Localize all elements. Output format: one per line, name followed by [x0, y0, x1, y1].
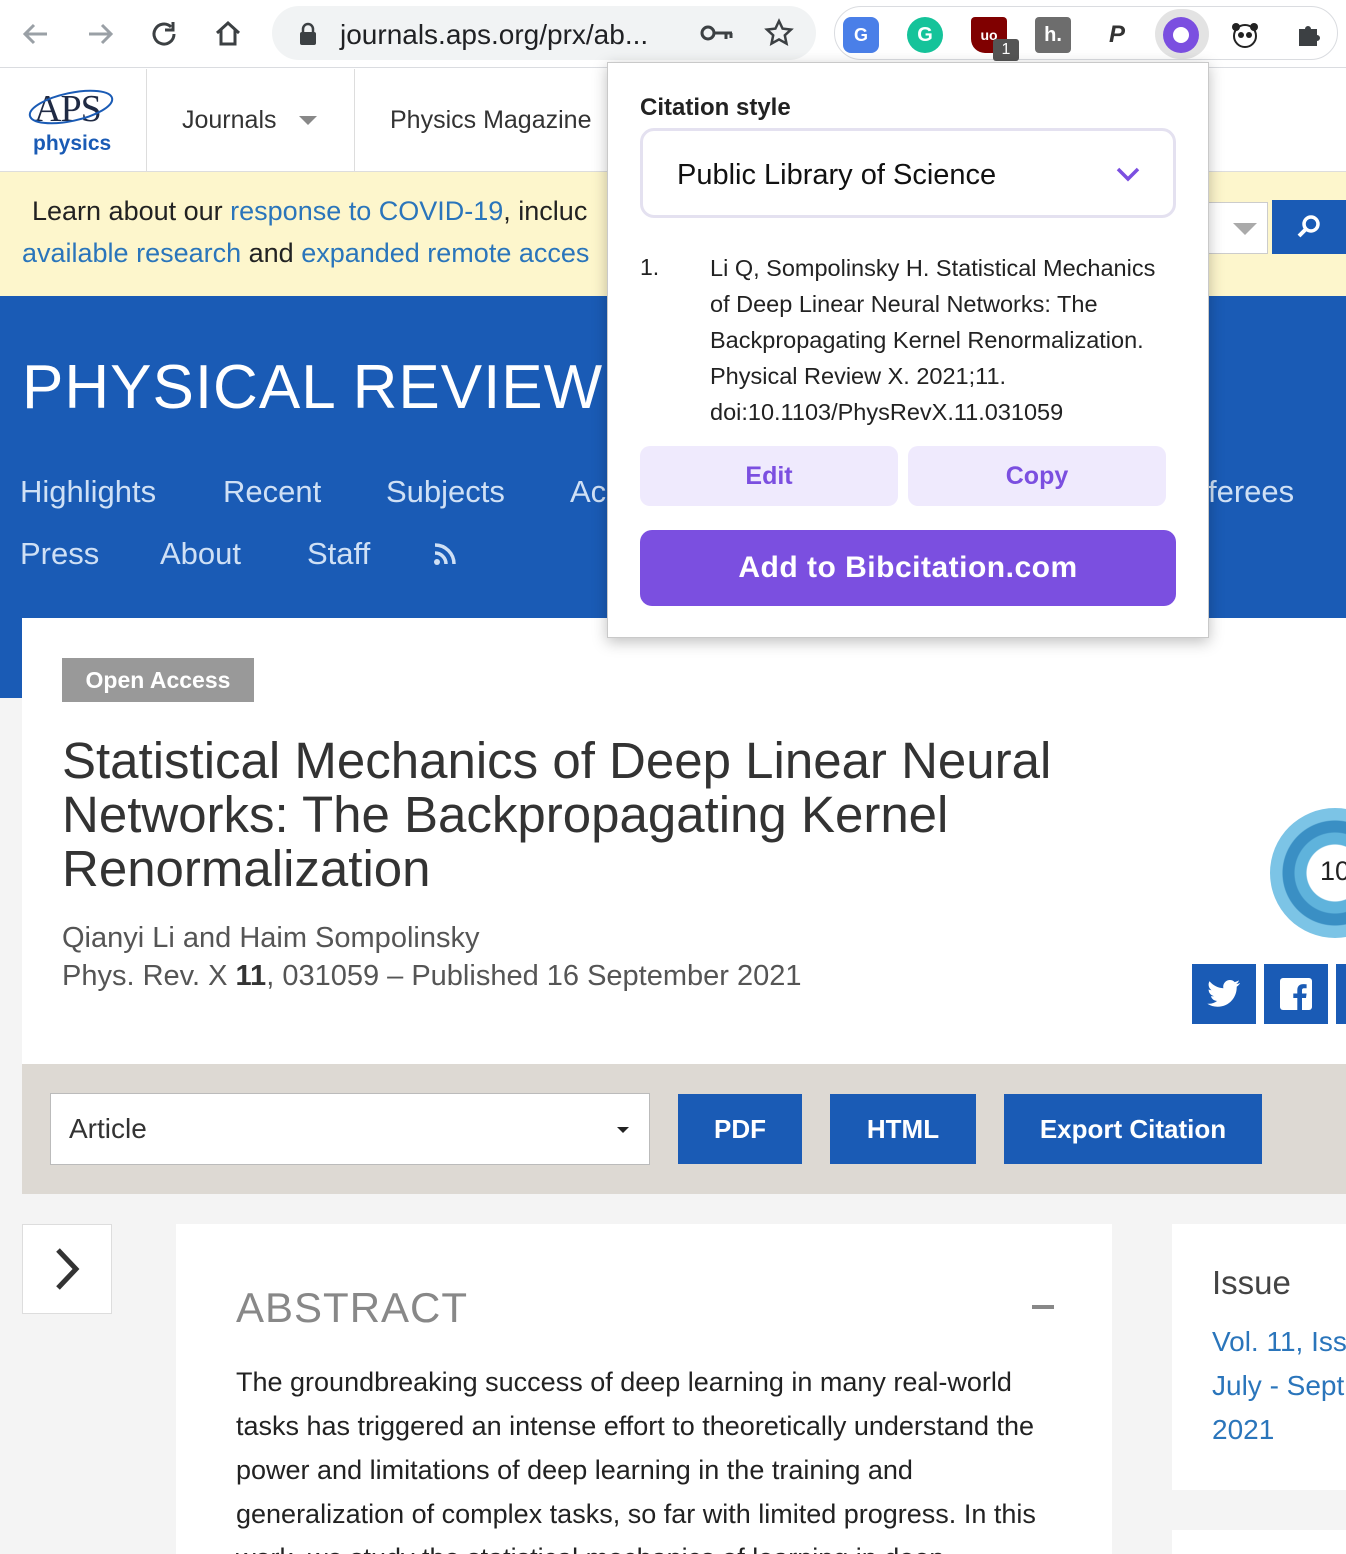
journals-menu[interactable]: Journals: [147, 69, 355, 172]
sidebar-toggle-button[interactable]: [22, 1224, 112, 1314]
nav-about[interactable]: About: [160, 536, 241, 572]
open-access-badge: Open Access: [62, 658, 254, 702]
banner-text: and: [241, 238, 302, 268]
ublock-badge: 1: [993, 39, 1019, 61]
banner-text: Learn about our: [32, 196, 231, 226]
remote-access-link[interactable]: expanded remote acces: [301, 238, 589, 268]
search-icon: [1297, 215, 1320, 238]
citation-text: Li Q, Sompolinsky H. Statistical Mechani…: [710, 255, 1156, 425]
journal-title[interactable]: PHYSICAL REVIEW X: [22, 352, 664, 423]
pdf-button[interactable]: PDF: [678, 1094, 802, 1164]
article-number: , 031059: [266, 960, 380, 992]
facebook-icon: [1280, 978, 1312, 1010]
nav-staff[interactable]: Staff: [307, 536, 370, 572]
twitter-icon: [1207, 980, 1240, 1007]
hypothesis-icon[interactable]: h.: [1035, 17, 1071, 53]
search-scope-select[interactable]: [1208, 202, 1268, 254]
available-research-link[interactable]: available research: [22, 238, 241, 268]
panda-icon[interactable]: [1227, 17, 1263, 53]
url-text: journals.aps.org/prx/ab...: [340, 19, 649, 50]
nav-highlights[interactable]: Highlights: [20, 474, 156, 510]
chevron-down-icon: [1233, 223, 1257, 235]
article-authors[interactable]: Qianyi Li and Haim Sompolinsky: [62, 922, 479, 955]
back-icon[interactable]: [14, 12, 58, 56]
bibcitation-icon[interactable]: [1163, 17, 1199, 53]
edit-button[interactable]: Edit: [640, 446, 898, 506]
issue-link[interactable]: 2021: [1212, 1414, 1274, 1446]
publication-info: Phys. Rev. X 11, 031059 – Published 16 S…: [62, 960, 802, 993]
lock-icon: [298, 22, 318, 51]
physics-magazine-link[interactable]: Physics Magazine: [355, 69, 615, 172]
banner-text: , incluc: [503, 196, 588, 226]
journal-abbrev: Phys. Rev. X: [62, 960, 236, 992]
copy-button[interactable]: Copy: [908, 446, 1166, 506]
star-icon[interactable]: [764, 18, 794, 53]
citation-style-label: Citation style: [640, 94, 791, 121]
journals-label: Journals: [182, 106, 277, 134]
rss-icon[interactable]: [433, 542, 457, 571]
article-select-value: Article: [69, 1113, 147, 1144]
caret-down-icon: [617, 1127, 629, 1133]
aps-logo[interactable]: APS physics: [0, 69, 147, 172]
issue-title: Issue: [1212, 1264, 1291, 1301]
nav-subjects[interactable]: Subjects: [386, 474, 505, 510]
reload-icon[interactable]: [142, 12, 186, 56]
search-button[interactable]: [1272, 200, 1346, 254]
article-title: Statistical Mechanics of Deep Linear Neu…: [62, 732, 1052, 897]
browser-toolbar: journals.aps.org/prx/ab... G G uo 1 h. P: [0, 0, 1346, 68]
paypal-honey-icon[interactable]: P: [1099, 17, 1135, 53]
nav-recent[interactable]: Recent: [223, 474, 321, 510]
google-translate-icon[interactable]: G: [843, 17, 879, 53]
extensions-bar: G G uo 1 h. P: [834, 6, 1338, 61]
chevron-right-icon: [56, 1248, 80, 1290]
volume: 11: [235, 960, 267, 992]
altmetric-score: 10: [1320, 856, 1346, 886]
collapse-icon[interactable]: [1032, 1305, 1054, 1309]
share-button-partial[interactable]: [1336, 964, 1346, 1024]
abstract-text: The groundbreaking success of deep learn…: [236, 1367, 1036, 1554]
covid-response-link[interactable]: response to COVID-19: [230, 196, 503, 226]
issue-link[interactable]: July - Sept: [1212, 1370, 1344, 1402]
twitter-share-button[interactable]: [1192, 964, 1256, 1024]
export-citation-button[interactable]: Export Citation: [1004, 1094, 1262, 1164]
article-section-select[interactable]: Article: [50, 1093, 650, 1165]
issue-link[interactable]: Vol. 11, Iss: [1212, 1326, 1346, 1358]
puzzle-icon[interactable]: [1291, 17, 1327, 53]
logo-physics-text: physics: [33, 132, 112, 155]
html-button[interactable]: HTML: [830, 1094, 976, 1164]
published-date: – Published 16 September 2021: [379, 960, 802, 992]
home-icon[interactable]: [206, 12, 250, 56]
nav-accepted[interactable]: Ac: [570, 474, 606, 510]
citation-style-value: Public Library of Science: [677, 159, 997, 191]
key-icon[interactable]: [700, 22, 734, 49]
forward-icon[interactable]: [78, 12, 122, 56]
chevron-down-icon: [298, 116, 317, 125]
add-to-bibcitation-button[interactable]: Add to Bibcitation.com: [640, 530, 1176, 606]
physics-magazine-label: Physics Magazine: [390, 106, 592, 134]
abstract-heading: ABSTRACT: [236, 1284, 469, 1331]
address-bar[interactable]: journals.aps.org/prx/ab...: [272, 6, 816, 60]
nav-press[interactable]: Press: [20, 536, 99, 572]
grammarly-icon[interactable]: G: [907, 17, 943, 53]
chevron-down-icon: [1115, 165, 1141, 188]
facebook-share-button[interactable]: [1264, 964, 1328, 1024]
citation-style-select[interactable]: Public Library of Science: [640, 128, 1176, 218]
citation-number: 1.: [640, 254, 660, 280]
nav-referees[interactable]: ferees: [1208, 474, 1294, 510]
